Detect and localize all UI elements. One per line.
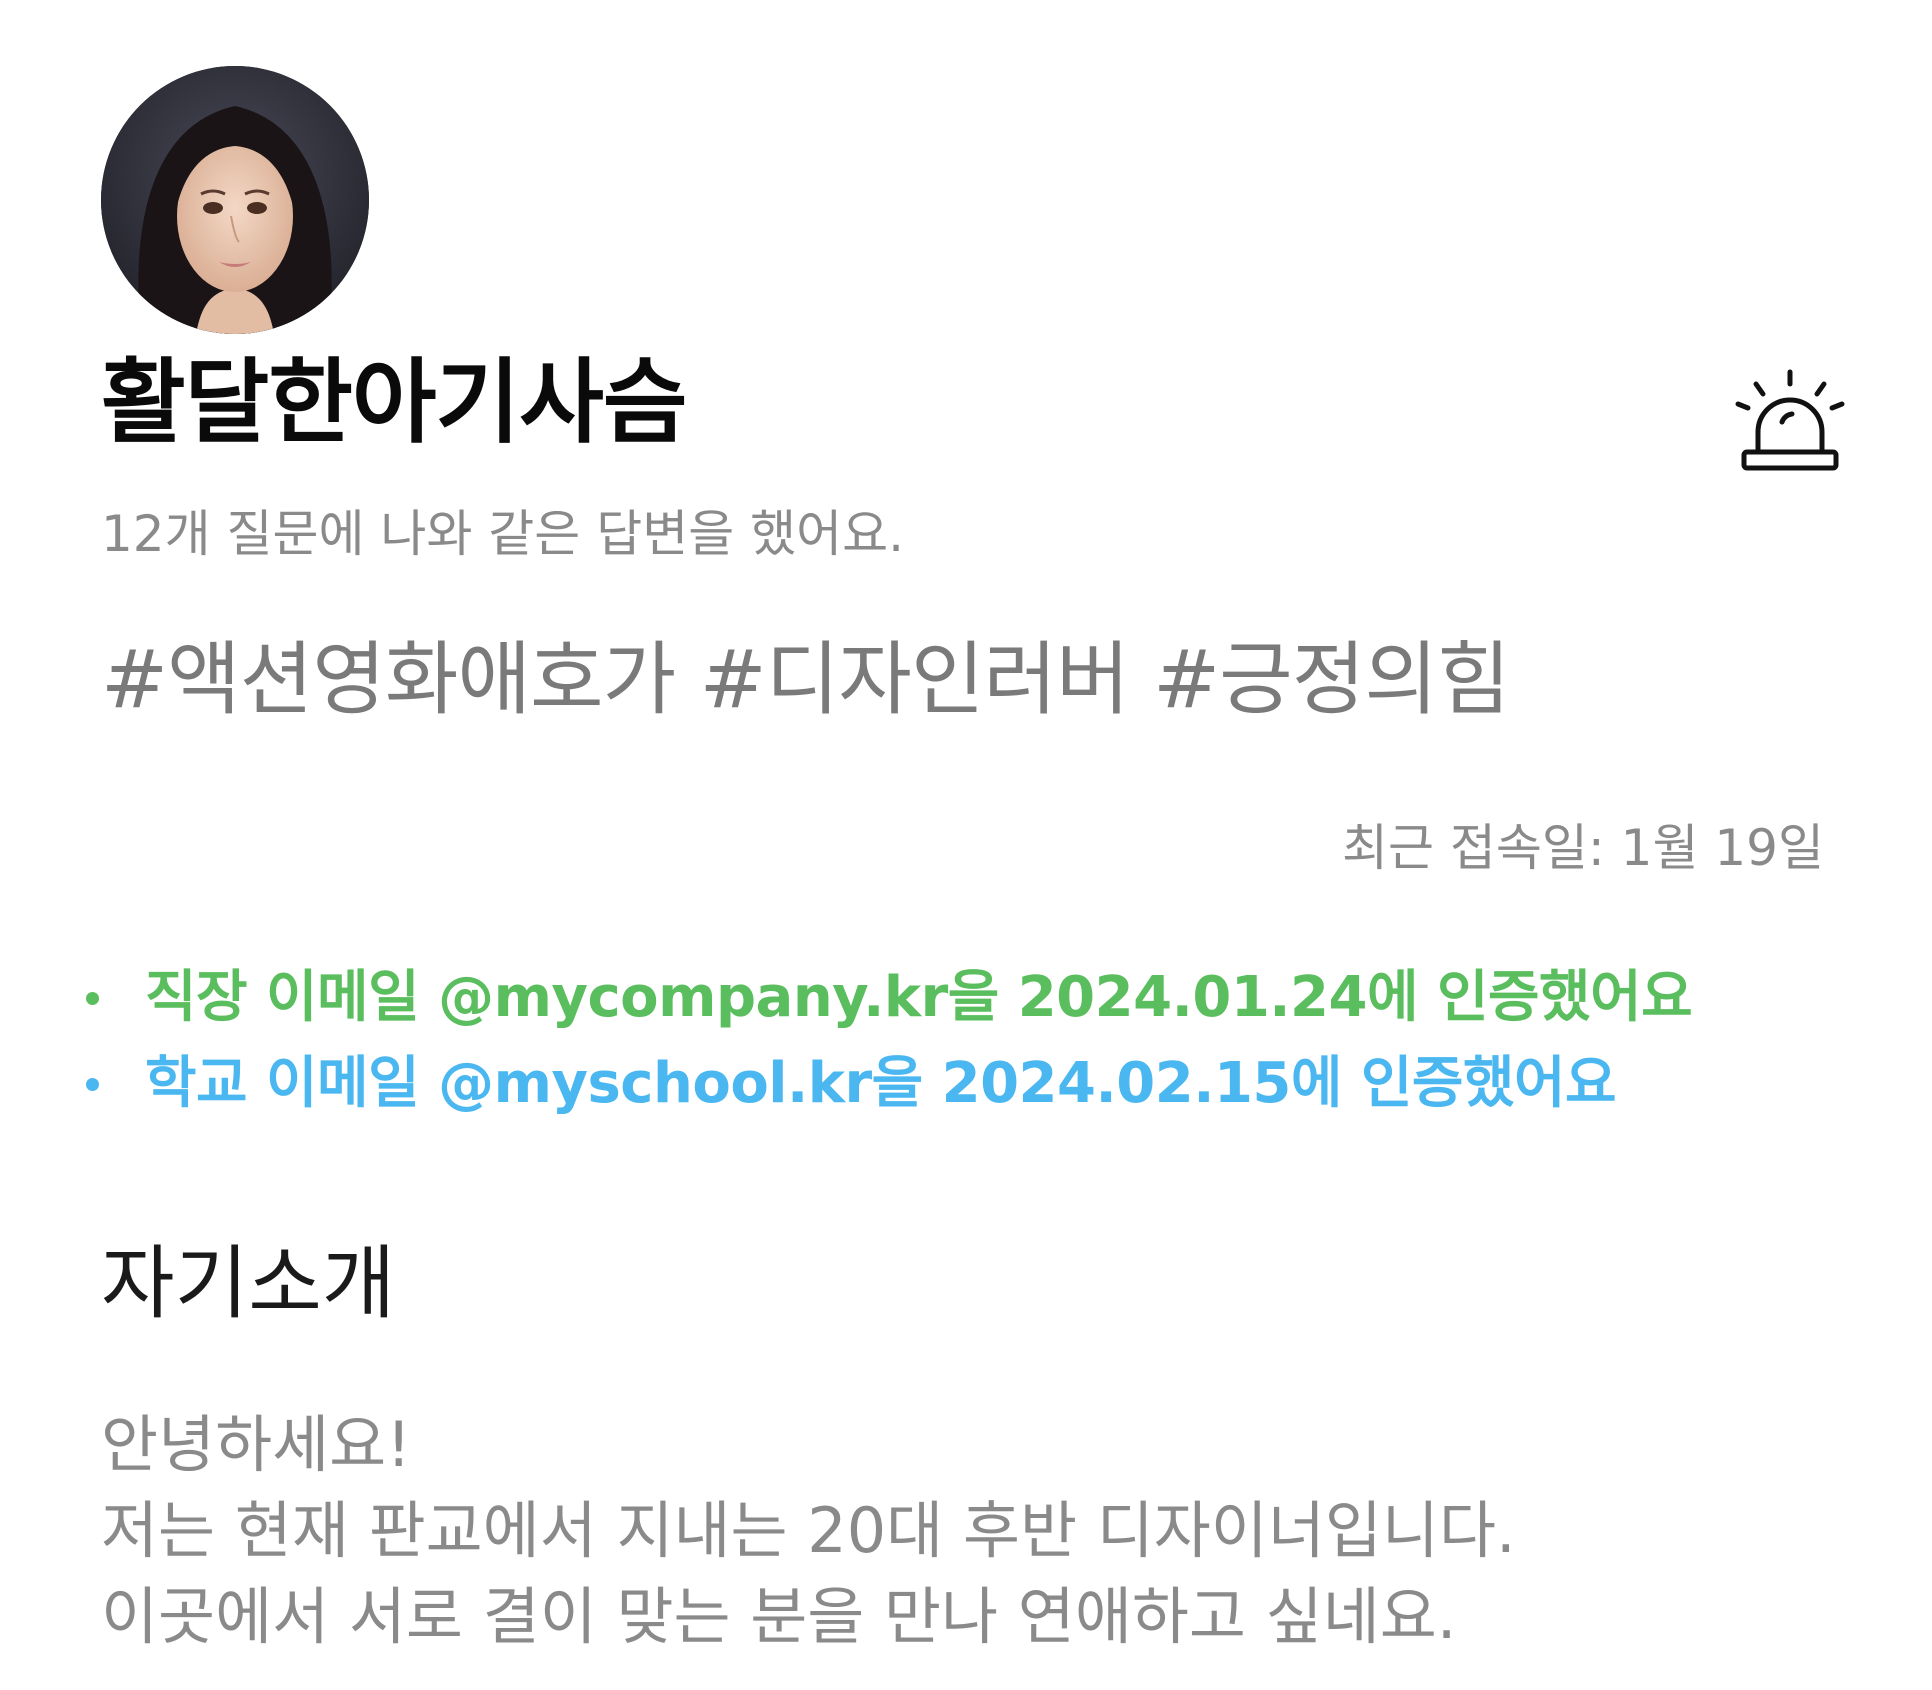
intro-line: 이곳에서 서로 결이 맞는 분을 만나 연애하고 싶네요. <box>101 1580 1457 1653</box>
siren-icon[interactable] <box>1730 362 1850 482</box>
bullet-icon <box>86 1078 99 1091</box>
school-email-verification: 학교 이메일 @myschool.kr을 2024.02.15에 인증했어요 <box>80 1041 1692 1127</box>
work-email-verification: 직장 이메일 @mycompany.kr을 2024.01.24에 인증했어요 <box>80 955 1693 1041</box>
matching-answers-text: 12개 질문에 나와 같은 답변을 했어요. <box>101 505 904 563</box>
intro-body: 안녕하세요! 저는 현재 판교에서 지내는 20대 후반 디자이너입니다. 이곳… <box>101 1402 1516 1660</box>
profile-name: 활달한아기사슴 <box>101 349 687 456</box>
intro-title: 자기소개 <box>101 1237 396 1330</box>
verification-list: 직장 이메일 @mycompany.kr을 2024.01.24에 인증했어요 … <box>80 955 1693 1127</box>
last-login-text: 최근 접속일: 1월 19일 <box>1342 819 1824 877</box>
work-email-verification-text: 직장 이메일 @mycompany.kr을 2024.01.24에 인증했어요 <box>145 965 1693 1030</box>
profile-tags: #액션영화애호가 #디자인러버 #긍정의힘 <box>101 633 1511 726</box>
intro-line: 저는 현재 판교에서 지내는 20대 후반 디자이너입니다. <box>101 1494 1516 1567</box>
intro-line: 안녕하세요! <box>101 1408 412 1481</box>
bullet-icon <box>86 992 99 1005</box>
school-email-verification-text: 학교 이메일 @myschool.kr을 2024.02.15에 인증했어요 <box>145 1051 1617 1116</box>
avatar[interactable] <box>101 66 369 334</box>
